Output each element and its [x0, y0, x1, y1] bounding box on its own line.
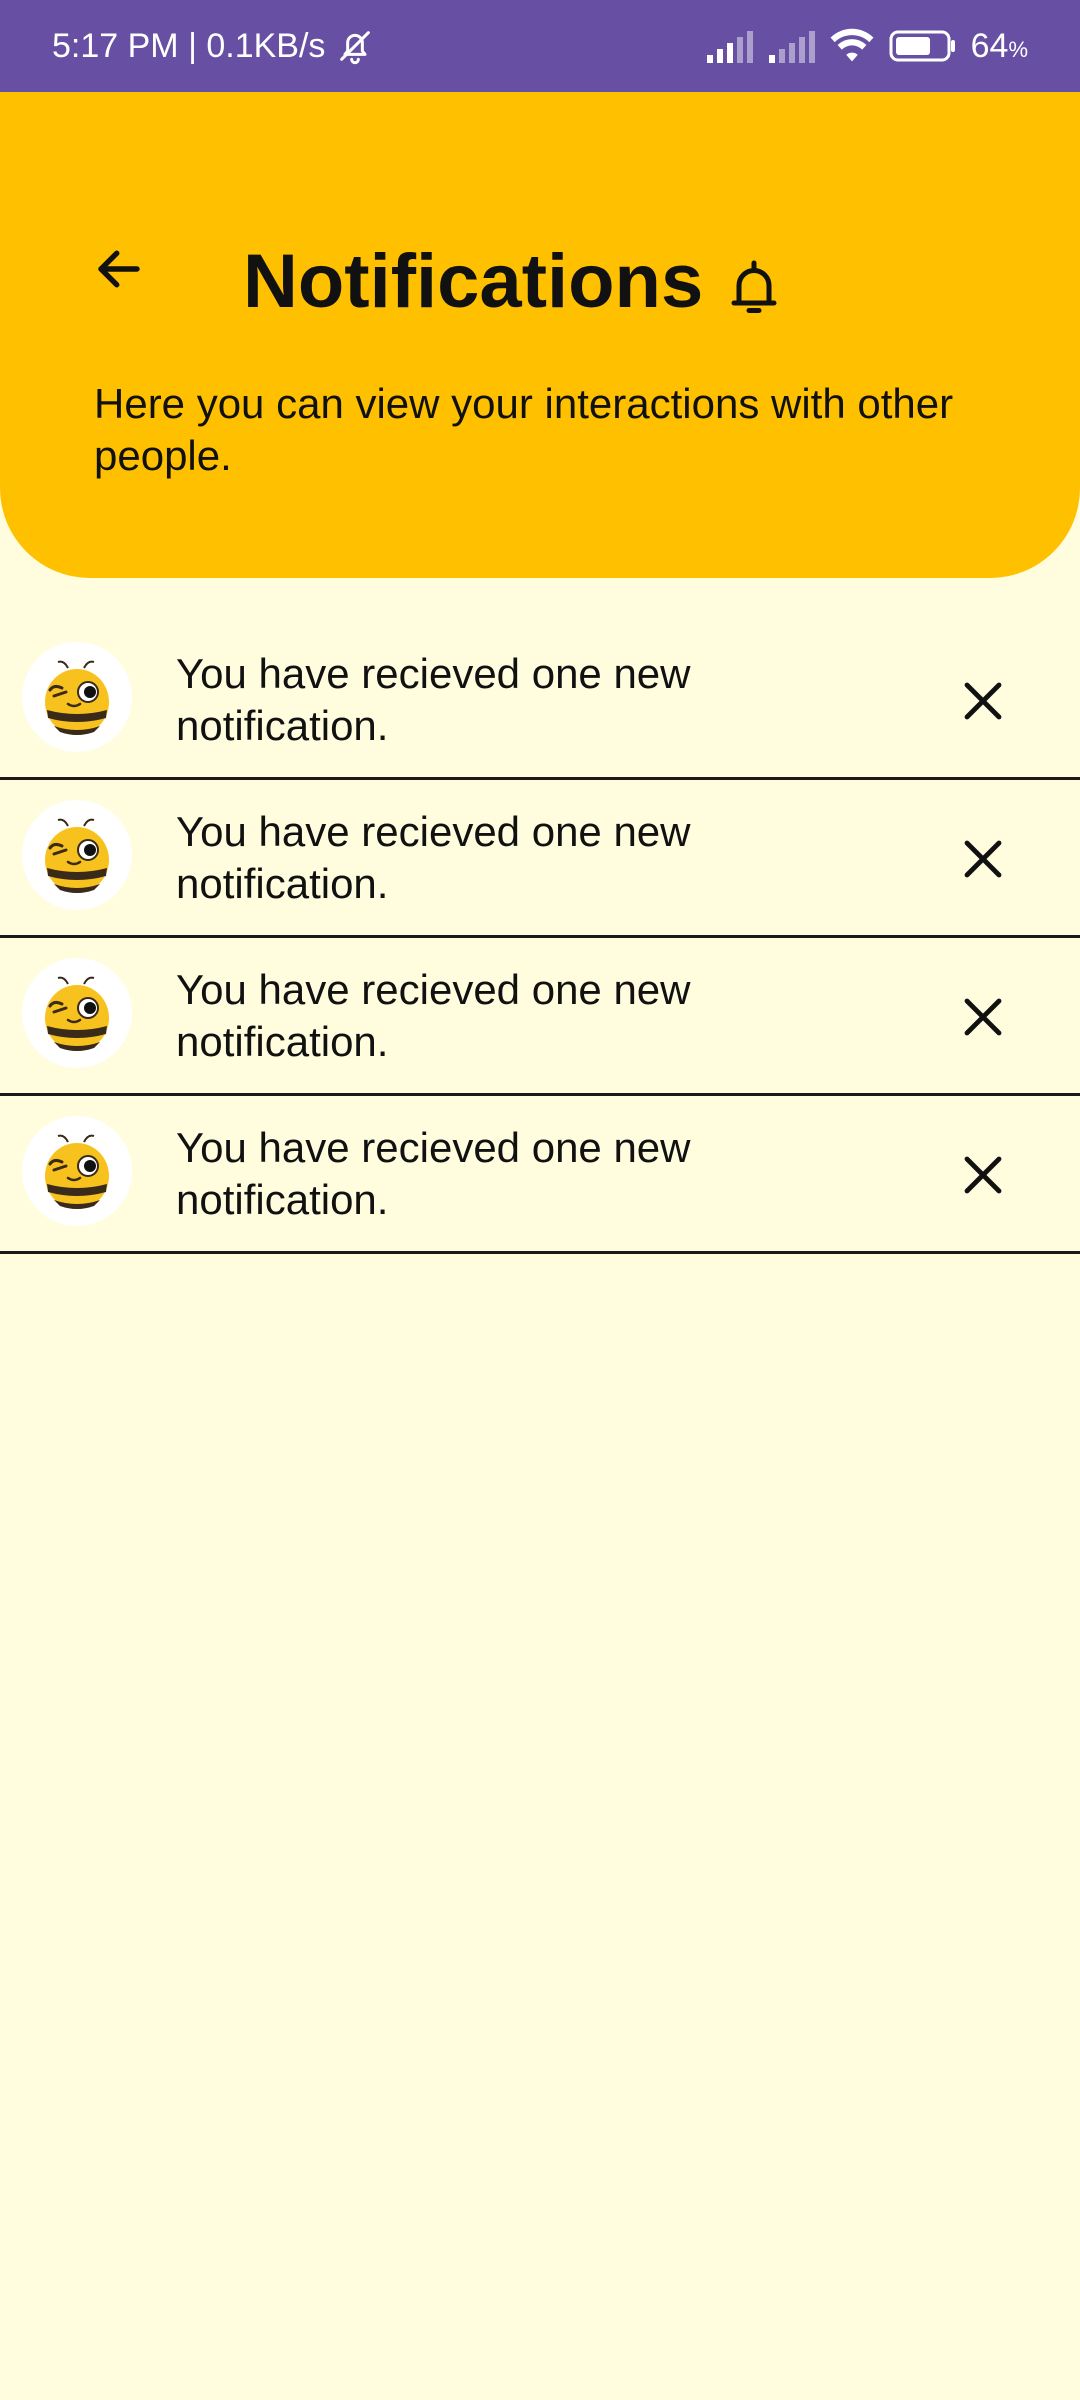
wifi-icon: [830, 28, 874, 62]
status-right: 64%: [705, 27, 1028, 66]
arrow-left-icon: [98, 250, 140, 288]
header-description: Here you can view your interactions with…: [94, 380, 954, 479]
avatar: [22, 958, 132, 1068]
header: [0, 92, 1080, 578]
status-time-speed: 5:17 PM | 0.1KB/s: [52, 26, 326, 65]
bee-wink-icon: [45, 660, 109, 735]
notification-text: You have recieved one new notification.: [176, 808, 691, 907]
bee-wink-icon: [45, 1134, 109, 1209]
notification-item[interactable]: You have recieved one new notification.: [0, 1096, 1080, 1254]
bell-off-icon: [340, 31, 371, 65]
back-button[interactable]: [82, 232, 156, 306]
bell-icon: [731, 260, 777, 313]
notification-text: You have recieved one new notification.: [176, 1124, 691, 1223]
dismiss-button[interactable]: [950, 1142, 1016, 1208]
close-icon: [964, 840, 1002, 878]
avatar: [22, 1116, 132, 1226]
avatar: [22, 800, 132, 910]
battery-percent: 64%: [971, 27, 1028, 66]
notification-item[interactable]: You have recieved one new notification.: [0, 938, 1080, 1096]
page-title: Notifications: [243, 239, 704, 324]
notification-list: You have recieved one new notification. …: [0, 622, 1080, 1254]
close-icon: [964, 682, 1002, 720]
battery-icon: [889, 30, 955, 62]
notification-item[interactable]: You have recieved one new notification.: [0, 780, 1080, 938]
notification-item[interactable]: You have recieved one new notification.: [0, 622, 1080, 780]
bee-wink-icon: [45, 818, 109, 893]
avatar: [22, 642, 132, 752]
status-left: 5:17 PM | 0.1KB/s: [52, 26, 375, 66]
signal-icon: [706, 31, 753, 63]
signal-icon-2: [768, 31, 815, 63]
bee-wink-icon: [45, 976, 109, 1051]
notification-text: You have recieved one new notification.: [176, 650, 691, 749]
close-icon: [964, 998, 1002, 1036]
status-bar: 5:17 PM | 0.1KB/s 64%: [0, 0, 1080, 92]
dismiss-button[interactable]: [950, 984, 1016, 1050]
battery-unit: %: [1008, 36, 1028, 62]
close-icon: [964, 1156, 1002, 1194]
dismiss-button[interactable]: [950, 826, 1016, 892]
battery-value: 64: [970, 26, 1009, 65]
notification-text: You have recieved one new notification.: [176, 966, 691, 1065]
dismiss-button[interactable]: [950, 668, 1016, 734]
